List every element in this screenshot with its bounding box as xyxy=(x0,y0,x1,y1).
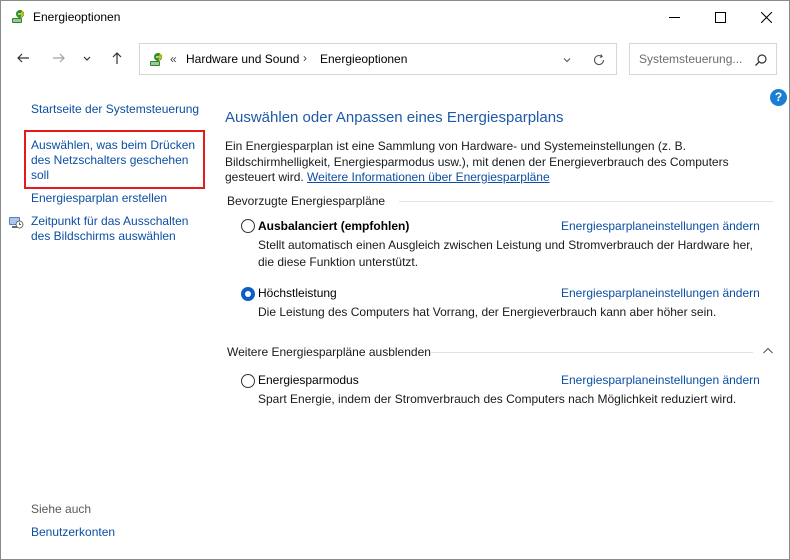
divider xyxy=(431,352,753,353)
maximize-button[interactable] xyxy=(697,1,743,33)
maximize-icon xyxy=(714,11,726,23)
title-bar: Energieoptionen xyxy=(1,1,789,33)
plan-radio-hoechstleistung[interactable] xyxy=(241,287,255,301)
forward-button[interactable] xyxy=(48,47,70,69)
close-button[interactable] xyxy=(743,1,789,33)
search-icon[interactable] xyxy=(754,53,768,67)
chevron-down-icon xyxy=(83,56,91,61)
plan-name[interactable]: Höchstleistung xyxy=(258,286,337,300)
arrow-right-icon xyxy=(53,53,65,63)
navigation-bar: « Hardware und Sound › Energieoptionen xyxy=(1,39,789,79)
page-title: Auswählen oder Anpassen eines Energiespa… xyxy=(225,109,564,126)
breadcrumb-separator[interactable]: › xyxy=(303,51,307,65)
sidebar-item-power-button[interactable]: Auswählen, was beim Drücken des Netzscha… xyxy=(31,138,201,183)
plan-name[interactable]: Energiesparmodus xyxy=(258,373,359,387)
plan-description: Stellt automatisch einen Ausgleich zwisc… xyxy=(258,238,753,269)
plan-name[interactable]: Ausbalanciert (empfohlen) xyxy=(258,219,409,233)
address-bar[interactable]: « Hardware und Sound › Energieoptionen xyxy=(139,43,617,75)
arrow-left-icon xyxy=(17,53,29,63)
breadcrumb-hardware-und-sound[interactable]: Hardware und Sound xyxy=(186,52,299,66)
breadcrumb-energieoptionen[interactable]: Energieoptionen xyxy=(320,52,407,66)
more-plans-heading[interactable]: Weitere Energiesparpläne ausblenden xyxy=(227,345,431,359)
up-button[interactable] xyxy=(106,47,128,69)
help-icon[interactable]: ? xyxy=(770,89,787,106)
chevron-up-icon[interactable] xyxy=(761,344,775,358)
see-also-heading: Siehe auch xyxy=(31,502,92,516)
plan-settings-link[interactable]: Energiesparplaneinstellungen ändern xyxy=(561,373,760,387)
display-clock-icon xyxy=(8,214,24,230)
plan-settings-link[interactable]: Energiesparplaneinstellungen ändern xyxy=(561,286,760,300)
sidebar-item-create-plan[interactable]: Energiesparplan erstellen xyxy=(31,191,167,206)
energieoptionen-window: Energieoptionen « Hardware und Sound › E… xyxy=(0,0,790,560)
minimize-button[interactable] xyxy=(651,1,697,33)
plan-radio-energiesparmodus[interactable] xyxy=(241,374,255,388)
recent-locations-button[interactable] xyxy=(78,47,96,69)
plan-radio-ausbalanciert[interactable] xyxy=(241,219,255,233)
plan-description: Die Leistung des Computers hat Vorrang, … xyxy=(258,305,717,319)
plan-settings-link[interactable]: Energiesparplaneinstellungen ändern xyxy=(561,219,760,233)
intro-text: Ein Energiesparplan ist eine Sammlung vo… xyxy=(225,139,777,186)
preferred-plans-heading: Bevorzugte Energiesparpläne xyxy=(227,194,386,208)
back-button[interactable] xyxy=(12,47,34,69)
breadcrumb-overflow-button[interactable]: « xyxy=(170,52,177,66)
window-title: Energieoptionen xyxy=(33,10,121,24)
close-icon xyxy=(760,11,772,23)
more-info-link[interactable]: Weitere Informationen über Energiesparpl… xyxy=(307,170,550,184)
divider xyxy=(399,201,773,202)
sidebar-item-home[interactable]: Startseite der Systemsteuerung xyxy=(31,102,199,117)
minimize-icon xyxy=(668,16,680,18)
power-options-icon xyxy=(10,9,26,25)
power-options-icon xyxy=(148,52,164,68)
address-dropdown-icon[interactable] xyxy=(561,54,573,66)
search-input[interactable] xyxy=(631,45,751,73)
sidebar-item-display-off[interactable]: Zeitpunkt für das Ausschalten des Bildsc… xyxy=(31,214,201,244)
arrow-up-icon xyxy=(112,52,122,64)
refresh-icon[interactable] xyxy=(592,53,606,67)
sidebar-item-user-accounts[interactable]: Benutzerkonten xyxy=(31,525,115,539)
search-box[interactable] xyxy=(629,43,777,75)
plan-description: Spart Energie, indem der Stromverbrauch … xyxy=(258,392,737,406)
